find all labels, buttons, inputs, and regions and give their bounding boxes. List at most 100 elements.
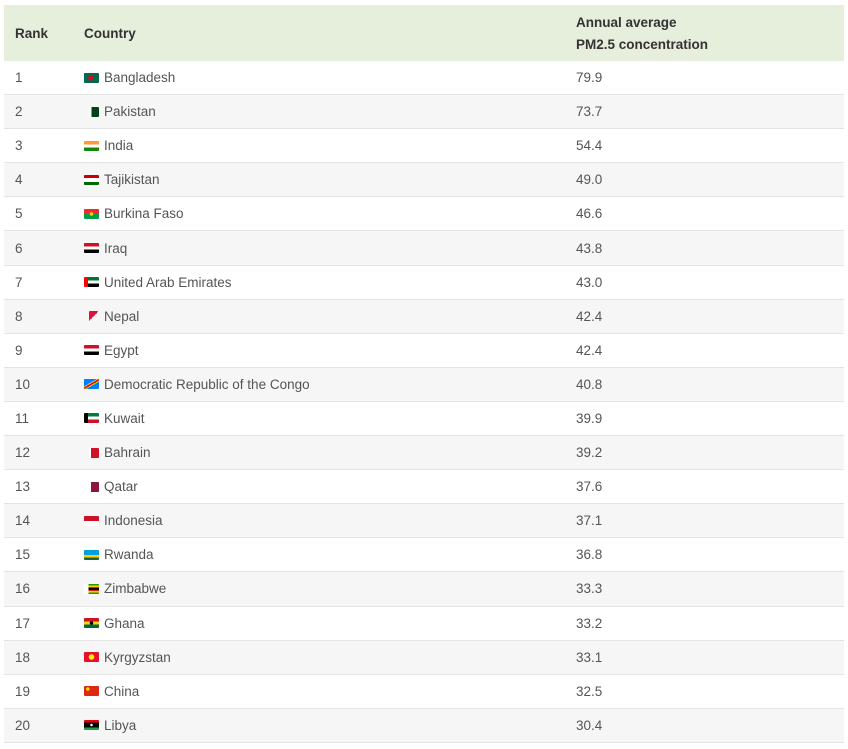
country-name: India xyxy=(104,138,134,154)
pm25-value-cell: 39.9 xyxy=(576,410,603,426)
pm25-value-cell: 49.0 xyxy=(576,172,603,188)
pm25-value-cell: 30.4 xyxy=(576,717,603,733)
pm25-value-cell: 33.3 xyxy=(576,581,603,597)
pm25-value-cell: 43.8 xyxy=(576,240,603,256)
china-flag-icon xyxy=(84,686,99,697)
zimbabwe-flag-icon xyxy=(84,583,99,594)
country-cell: Zimbabwe xyxy=(84,581,576,596)
rwanda-flag-icon xyxy=(84,549,99,560)
country-name: China xyxy=(104,683,140,699)
table-row-2: 2 Pakistan 73.7 xyxy=(4,95,844,130)
table-row-5: 5 Burkina Faso 46.6 xyxy=(4,197,844,232)
kyrgyzstan-flag-icon xyxy=(84,652,99,663)
header-pm25-line1: Annual average xyxy=(576,15,677,30)
country-name: United Arab Emirates xyxy=(104,274,232,290)
pm25-value-cell: 79.9 xyxy=(576,70,603,86)
country-name: Ghana xyxy=(104,615,145,631)
country-cell: Tajikistan xyxy=(84,172,576,187)
rank-cell: 15 xyxy=(15,547,31,563)
country-name: Tajikistan xyxy=(104,172,160,188)
pm25-value-cell: 37.6 xyxy=(576,479,603,495)
table-row-14: 14 Indonesia 37.1 xyxy=(4,504,844,539)
rank-cell: 18 xyxy=(15,649,31,665)
pm25-value-cell: 33.1 xyxy=(576,649,603,665)
pm25-value-cell: 43.0 xyxy=(576,274,603,290)
iraq-flag-icon xyxy=(84,243,99,254)
country-name: Pakistan xyxy=(104,104,156,120)
rank-cell: 4 xyxy=(15,172,23,188)
pm25-value-cell: 42.4 xyxy=(576,342,603,358)
bahrain-flag-icon xyxy=(89,447,99,458)
header-rank[interactable]: Rank xyxy=(4,26,84,41)
country-cell: Egypt xyxy=(84,343,576,358)
pm25-value-cell: 39.2 xyxy=(576,445,603,461)
rank-cell: 1 xyxy=(15,70,23,86)
country-cell: India xyxy=(84,138,576,153)
table-row-18: 18 Kyrgyzstan 33.1 xyxy=(4,640,844,675)
country-cell: Kuwait xyxy=(84,411,576,426)
table-row-19: 19 China 32.5 xyxy=(4,674,844,709)
country-cell: Nepal xyxy=(84,309,576,324)
table-row-16: 16 Zimbabwe 33.3 xyxy=(4,572,844,607)
country-cell: Rwanda xyxy=(84,547,576,562)
table-row-17: 17 Ghana 33.2 xyxy=(4,606,844,641)
indonesia-flag-icon xyxy=(84,515,99,526)
country-name: Burkina Faso xyxy=(104,206,184,222)
header-pm25-line2: PM2.5 concentration xyxy=(576,37,709,52)
country-name: Nepal xyxy=(104,308,140,324)
india-flag-icon xyxy=(84,140,99,151)
pm25-value-cell: 73.7 xyxy=(576,104,603,120)
rank-cell: 13 xyxy=(15,479,31,495)
rank-cell: 8 xyxy=(15,308,23,324)
rank-cell: 2 xyxy=(15,104,23,120)
country-cell: Iraq xyxy=(84,241,576,256)
table-row-11: 11 Kuwait 39.9 xyxy=(4,401,844,437)
header-country[interactable]: Country xyxy=(84,26,576,41)
rank-cell: 19 xyxy=(15,683,31,699)
country-cell: Qatar xyxy=(84,479,576,494)
table-row-20: 20 Libya 30.4 xyxy=(4,708,844,743)
table-row-1: 1 Bangladesh 79.9 xyxy=(4,61,844,96)
country-name: Egypt xyxy=(104,342,139,358)
country-name: Qatar xyxy=(104,479,138,495)
rank-cell: 10 xyxy=(15,376,31,392)
table-row-3: 3 India 54.4 xyxy=(4,129,844,164)
pm25-value-cell: 36.8 xyxy=(576,547,603,563)
uae-flag-icon xyxy=(84,277,99,288)
nepal-flag-icon xyxy=(89,310,98,322)
country-cell: Kyrgyzstan xyxy=(84,650,576,665)
rank-cell: 17 xyxy=(15,615,31,631)
pm25-value-cell: 37.1 xyxy=(576,513,603,529)
qatar-flag-icon xyxy=(89,481,99,492)
rank-cell: 20 xyxy=(15,717,31,733)
pm25-value-cell: 32.5 xyxy=(576,683,603,699)
table-header: Rank Country Annual average PM2.5 concen… xyxy=(4,5,844,61)
country-cell: Pakistan xyxy=(84,104,576,119)
header-pm25[interactable]: Annual average PM2.5 concentration xyxy=(576,10,844,56)
table-row-15: 15 Rwanda 36.8 xyxy=(4,538,844,573)
table-row-13: 13 Qatar 37.6 xyxy=(4,470,844,505)
rank-cell: 12 xyxy=(15,445,31,461)
country-cell: Libya xyxy=(84,718,576,733)
country-cell: Burkina Faso xyxy=(84,206,576,221)
pm25-value-cell: 40.8 xyxy=(576,376,603,392)
country-name: Democratic Republic of the Congo xyxy=(104,376,310,392)
rank-cell: 11 xyxy=(15,410,30,426)
kuwait-flag-icon xyxy=(84,413,99,424)
country-cell: Democratic Republic of the Congo xyxy=(84,377,576,392)
table-row-7: 7 United Arab Emirates 43.0 xyxy=(4,265,844,300)
drc-flag-icon xyxy=(84,379,99,390)
ghana-flag-icon xyxy=(84,618,99,629)
rank-cell: 9 xyxy=(15,342,23,358)
country-cell: Bahrain xyxy=(84,445,576,460)
country-name: Kyrgyzstan xyxy=(104,649,171,665)
country-name: Rwanda xyxy=(104,547,154,563)
table-row-9: 9 Egypt 42.4 xyxy=(4,333,844,368)
rank-cell: 5 xyxy=(15,206,23,222)
libya-flag-icon xyxy=(84,720,99,731)
country-name: Bahrain xyxy=(104,445,151,461)
pm25-value-cell: 46.6 xyxy=(576,206,603,222)
rank-cell: 16 xyxy=(15,581,31,597)
country-cell: Bangladesh xyxy=(84,70,576,85)
table-row-10: 10 Democratic Republic of the Congo 40.8 xyxy=(4,367,844,402)
